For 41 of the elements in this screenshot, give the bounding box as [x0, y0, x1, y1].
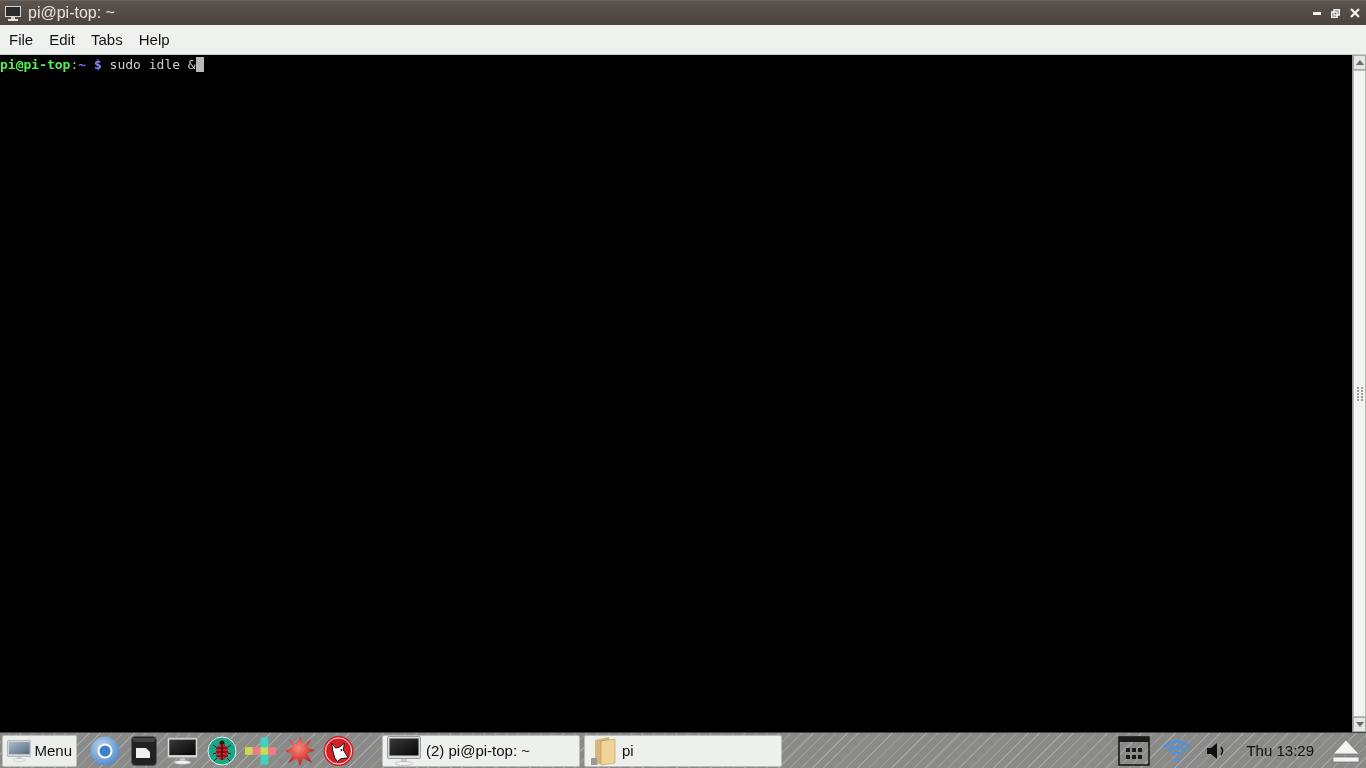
monitor-icon: [5, 5, 21, 21]
prompt-user-host: pi@pi-top: [0, 57, 71, 72]
triangle-down-icon: [1355, 722, 1364, 727]
taskbar-window-button[interactable]: pi: [584, 734, 782, 767]
beetle-icon: [206, 735, 237, 766]
menu-item[interactable]: Edit: [42, 28, 83, 51]
text-cursor: [195, 57, 204, 72]
menu-item[interactable]: Help: [131, 28, 177, 51]
minimize-icon: [1313, 11, 1321, 15]
grid-icon[interactable]: [1118, 735, 1151, 766]
grip-icon: [1356, 386, 1363, 401]
triangle-up-icon: [1355, 60, 1364, 65]
scroll-down-button[interactable]: [1353, 717, 1366, 732]
monitor-icon: [167, 735, 198, 766]
monitor-icon: [387, 735, 421, 766]
launcher-button[interactable]: [323, 734, 354, 767]
launcher-button[interactable]: [206, 735, 237, 766]
scroll-up-button[interactable]: [1353, 55, 1366, 70]
prompt-path: ~: [78, 57, 87, 72]
folder-icon: [589, 735, 617, 766]
starburst-icon: [284, 735, 315, 766]
prompt-separator: :: [70, 57, 79, 72]
launcher-button[interactable]: [167, 735, 198, 766]
wolf-icon: [323, 734, 354, 767]
prompt-symbol: $: [93, 57, 102, 72]
close-icon: [1350, 8, 1360, 18]
launcher-button[interactable]: [128, 735, 159, 766]
menu-item[interactable]: Tabs: [84, 28, 130, 51]
restore-button[interactable]: [1331, 8, 1340, 18]
restore-icon: [1331, 8, 1340, 18]
colour-blocks-icon: [245, 735, 276, 766]
globe-ring-icon: [89, 735, 120, 766]
close-button[interactable]: [1350, 8, 1360, 18]
menu-button[interactable]: Menu: [2, 734, 77, 767]
taskbar-window-button[interactable]: (2) pi@pi-top: ~: [382, 734, 580, 767]
window-title: pi@pi-top: ~: [28, 4, 115, 22]
minimize-button[interactable]: [1313, 11, 1321, 15]
clock: Thu 13:29: [1246, 742, 1314, 759]
menu-item[interactable]: File: [2, 28, 41, 51]
eject-icon[interactable]: [1332, 738, 1360, 763]
command-text: sudo idle &: [109, 57, 196, 72]
